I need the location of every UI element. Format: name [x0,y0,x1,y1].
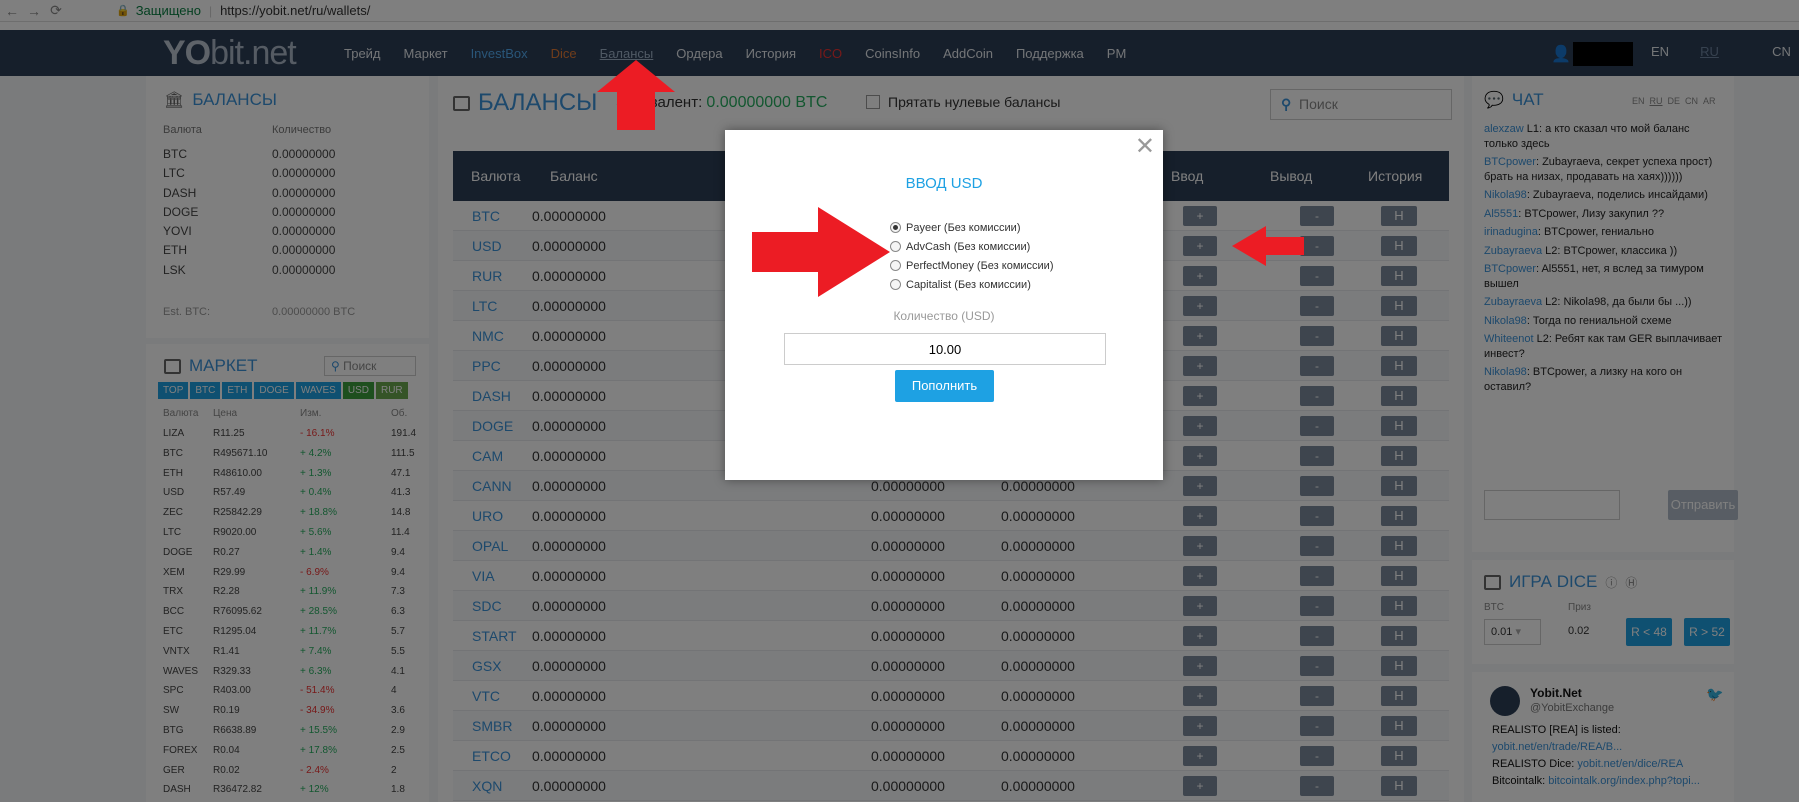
payment-option[interactable]: Payeer (Без комиссии) [890,218,1054,237]
deposit-modal: ✕ ВВОД USD Payeer (Без комиссии) AdvCash … [725,130,1163,480]
payment-option[interactable]: PerfectMoney (Без комиссии) [890,256,1054,275]
payment-option-label: Capitalist (Без комиссии) [906,278,1031,291]
payment-option-label: PerfectMoney (Без комиссии) [906,259,1054,272]
payment-radio[interactable] [890,260,901,271]
payment-radio[interactable] [890,279,901,290]
arrow-right-annotation [752,207,890,297]
deposit-submit-button[interactable]: Пополнить [895,370,994,402]
amount-label: Количество (USD) [893,309,995,323]
payment-option[interactable]: Capitalist (Без комиссии) [890,275,1054,294]
close-icon[interactable]: ✕ [1135,135,1155,159]
modal-title: ВВОД USD [905,175,983,192]
payment-option-label: AdvCash (Без комиссии) [906,240,1031,253]
arrow-up-annotation [597,60,675,130]
payment-option[interactable]: AdvCash (Без комиссии) [890,237,1054,256]
payment-radio[interactable] [890,222,901,233]
radio-dot [893,225,898,230]
arrow-left-annotation [1232,226,1304,266]
payment-option-label: Payeer (Без комиссии) [906,221,1021,234]
payment-radio[interactable] [890,241,901,252]
amount-input[interactable] [784,333,1106,365]
